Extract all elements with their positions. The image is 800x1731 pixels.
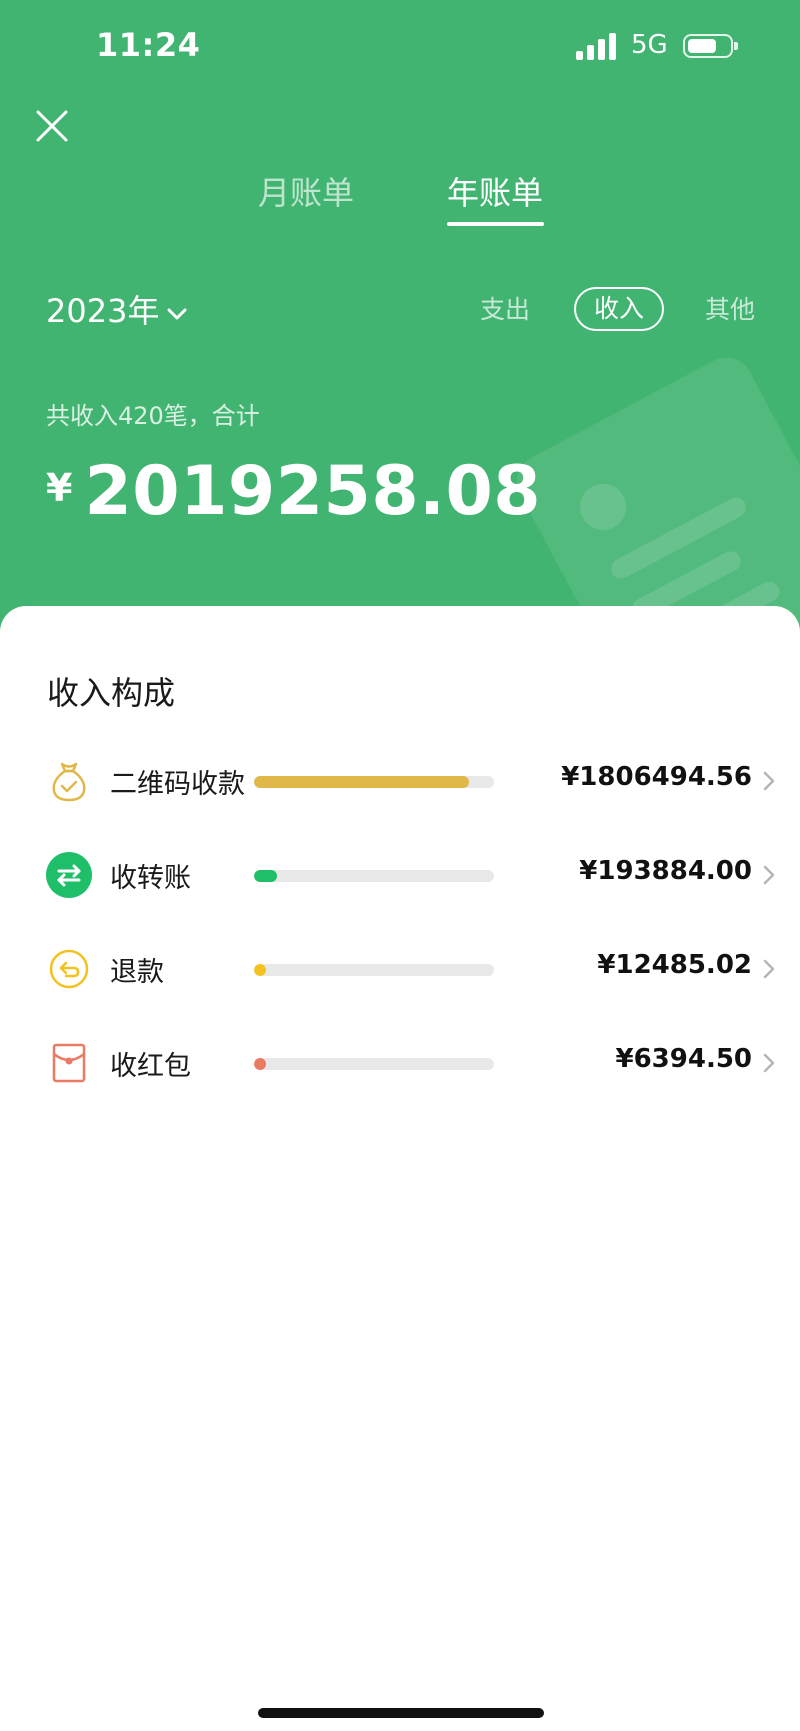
- breakdown-amount: ¥1806494.56: [561, 762, 752, 792]
- progress-track: [254, 776, 494, 788]
- breakdown-row-qr-payment[interactable]: 二维码收款 ¥1806494.56: [0, 746, 800, 816]
- year-label: 2023年: [46, 292, 160, 330]
- breakdown-label: 二维码收款: [110, 769, 245, 800]
- breakdown-label: 退款: [110, 957, 164, 988]
- progress-bar: [254, 964, 266, 976]
- money-bag-icon: [46, 758, 92, 804]
- status-time: 11:24: [96, 26, 201, 64]
- bill-tabs: 月账单 年账单: [0, 168, 800, 228]
- filter-income[interactable]: 收入: [574, 287, 664, 331]
- chevron-right-icon: [763, 865, 775, 885]
- active-tab-indicator: [447, 222, 544, 226]
- breakdown-label: 收红包: [110, 1051, 191, 1082]
- tab-yearly-bill[interactable]: 年账单: [447, 168, 543, 214]
- income-breakdown-card: 收入构成 二维码收款 ¥1806494.56 收转账 ¥193884.00 退款…: [0, 606, 800, 1731]
- breakdown-row-red-packet[interactable]: 收红包 ¥6394.50: [0, 1028, 800, 1098]
- home-indicator[interactable]: [258, 1708, 544, 1718]
- progress-track: [254, 964, 494, 976]
- progress-track: [254, 870, 494, 882]
- filter-other[interactable]: 其他: [705, 290, 755, 326]
- red-packet-icon: [46, 1040, 92, 1086]
- currency-symbol: ¥: [46, 466, 73, 510]
- progress-bar: [254, 776, 469, 788]
- screen: 11:24 5G 月账单 年账单 2023年 支出 收入 其他 共收入420笔，…: [0, 0, 800, 1731]
- close-button[interactable]: [34, 108, 70, 144]
- header: 11:24 5G 月账单 年账单 2023年 支出 收入 其他 共收入420笔，…: [0, 0, 800, 640]
- chevron-right-icon: [763, 959, 775, 979]
- chevron-right-icon: [763, 771, 775, 791]
- income-summary-text: 共收入420笔，合计: [46, 402, 260, 430]
- decorative-bill-illustration: [507, 348, 800, 640]
- filter-expense[interactable]: 支出: [480, 290, 530, 326]
- transfer-icon: [46, 852, 92, 898]
- breakdown-row-transfer[interactable]: 收转账 ¥193884.00: [0, 840, 800, 910]
- progress-bar: [254, 1058, 266, 1070]
- chevron-down-icon: [167, 291, 187, 329]
- total-amount: ¥2019258.08: [46, 452, 541, 531]
- progress-bar: [254, 870, 277, 882]
- breakdown-label: 收转账: [110, 863, 191, 894]
- tab-monthly-bill[interactable]: 月账单: [258, 168, 354, 214]
- network-type: 5G: [631, 30, 668, 60]
- total-value: 2019258.08: [84, 452, 542, 531]
- breakdown-amount: ¥12485.02: [597, 950, 752, 980]
- progress-track: [254, 1058, 494, 1070]
- year-selector[interactable]: 2023年: [46, 286, 187, 332]
- chevron-right-icon: [763, 1053, 775, 1073]
- signal-icon: [576, 32, 618, 60]
- section-title: 收入构成: [47, 674, 176, 712]
- breakdown-amount: ¥193884.00: [579, 856, 752, 886]
- breakdown-row-refund[interactable]: 退款 ¥12485.02: [0, 934, 800, 1004]
- breakdown-amount: ¥6394.50: [615, 1044, 752, 1074]
- close-icon: [36, 110, 68, 142]
- refund-icon: [46, 946, 92, 992]
- battery-icon: [683, 34, 738, 58]
